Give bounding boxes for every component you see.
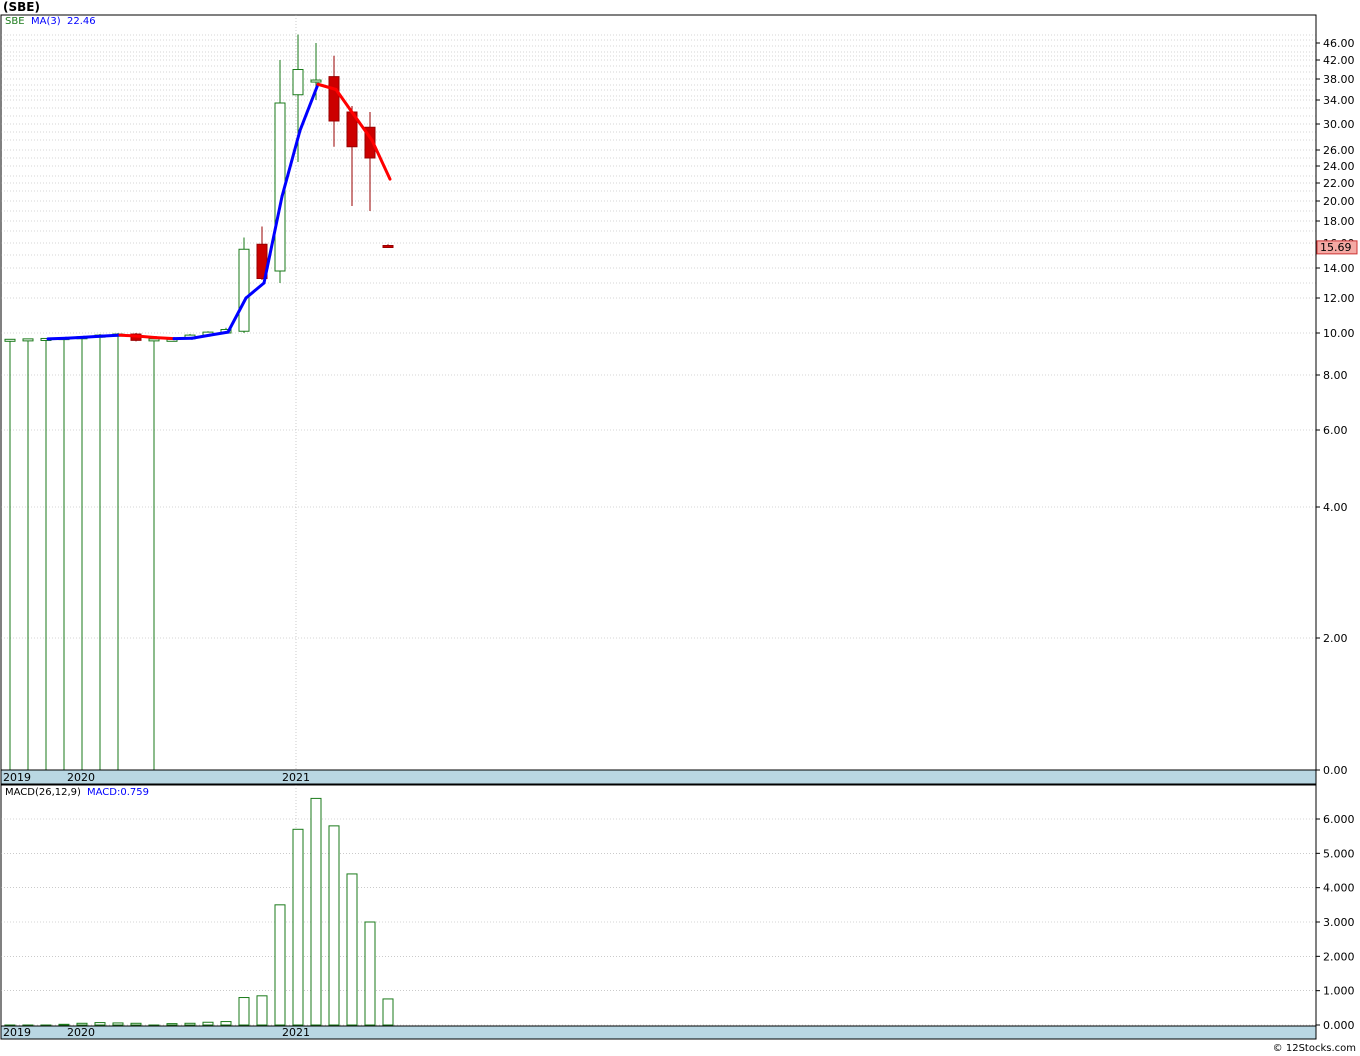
price-tick-label: 34.00: [1323, 94, 1355, 107]
ma-segment: [46, 336, 68, 341]
candle-body: [328, 76, 340, 122]
ma-segment: [100, 333, 122, 338]
price-tick-label: 8.00: [1323, 369, 1348, 382]
legend-symbol: SBE: [5, 16, 25, 27]
macd-bar: [202, 1021, 214, 1026]
macd-bar: [310, 797, 322, 1026]
macd-x-axis-label: 2019: [3, 1026, 31, 1039]
price-tick-label: 22.00: [1323, 177, 1355, 190]
macd-tick-label: 0.000: [1323, 1019, 1355, 1032]
macd-bar: [58, 1023, 70, 1026]
x-axis-label: 2020: [67, 771, 95, 784]
price-tick-label: 2.00: [1323, 632, 1348, 645]
x-axis-label: 2021: [282, 771, 310, 784]
x-axis-label: 2019: [3, 771, 31, 784]
ma-segment: [136, 334, 158, 340]
price-tick-label: 24.00: [1323, 160, 1355, 173]
macd-tick-label: 4.000: [1323, 882, 1355, 895]
candle-body: [292, 69, 304, 96]
price-tick-label: 26.00: [1323, 144, 1355, 157]
macd-bar: [346, 873, 358, 1026]
macd-x-axis-label: 2021: [282, 1026, 310, 1039]
price-tick-label: 30.00: [1323, 118, 1355, 131]
macd-bar: [112, 1022, 124, 1026]
ma-segment: [82, 334, 104, 339]
price-panel: [0, 14, 1317, 771]
candle-body: [22, 338, 34, 342]
price-tick-label: 46.00: [1323, 37, 1355, 50]
price-tick-label: 4.00: [1323, 501, 1348, 514]
ma-segment: [118, 333, 140, 338]
stock-chart: 46.00 42.00 38.00 34.00 30.00 26.00 24.00 22.00…: [0, 14, 1358, 1040]
macd-bar: [40, 1024, 52, 1026]
macd-bar: [184, 1022, 196, 1026]
macd-x-axis: [0, 1025, 1317, 1040]
ma-segment: [154, 336, 176, 341]
macd-bar: [238, 997, 250, 1026]
last-price-label: 15.69: [1320, 241, 1352, 254]
macd-bar: [220, 1021, 232, 1026]
candle-body: [238, 248, 250, 332]
macd-bar: [364, 921, 376, 1026]
macd-bar: [328, 825, 340, 1026]
macd-bar: [166, 1023, 178, 1026]
macd-legend-value: MACD:0.759: [87, 787, 149, 798]
macd-bar: [94, 1022, 106, 1026]
price-tick-label: 42.00: [1323, 54, 1355, 67]
macd-tick-label: 2.000: [1323, 950, 1355, 963]
price-x-axis: [0, 769, 1317, 785]
macd-tick-label: 6.000: [1323, 813, 1355, 826]
macd-tick-label: 3.000: [1323, 916, 1355, 929]
macd-bar: [256, 995, 268, 1026]
legend-ma-value: 22.46: [67, 16, 96, 27]
price-tick-label: 14.00: [1323, 262, 1355, 275]
credit-text: © 12Stocks.com: [1272, 1043, 1356, 1054]
macd-legend-label: MACD(26,12,9): [5, 787, 81, 798]
macd-bar: [130, 1022, 142, 1026]
price-tick-label: 6.00: [1323, 424, 1348, 437]
candle-body: [4, 338, 16, 342]
macd-bar: [382, 998, 394, 1026]
price-tick-label: 20.00: [1323, 195, 1355, 208]
ma-segment: [64, 335, 86, 340]
price-tick-label: 38.00: [1323, 73, 1355, 86]
macd-tick-label: 1.000: [1323, 985, 1355, 998]
macd-bar: [76, 1022, 88, 1026]
price-tick-label: 18.00: [1323, 215, 1355, 228]
macd-bar: [148, 1024, 160, 1026]
macd-x-axis-label: 2020: [67, 1026, 95, 1039]
legend-ma-label: MA(3): [31, 16, 61, 27]
price-tick-label: 10.00: [1323, 327, 1355, 340]
price-tick-label: 0.00: [1323, 764, 1348, 777]
candle-body: [310, 79, 322, 83]
candle-body: [382, 245, 394, 248]
macd-tick-label: 5.000: [1323, 847, 1355, 860]
price-tick-label: 12.00: [1323, 292, 1355, 305]
macd-panel: [0, 784, 1317, 1027]
macd-bar: [274, 904, 286, 1026]
macd-bar: [292, 828, 304, 1026]
